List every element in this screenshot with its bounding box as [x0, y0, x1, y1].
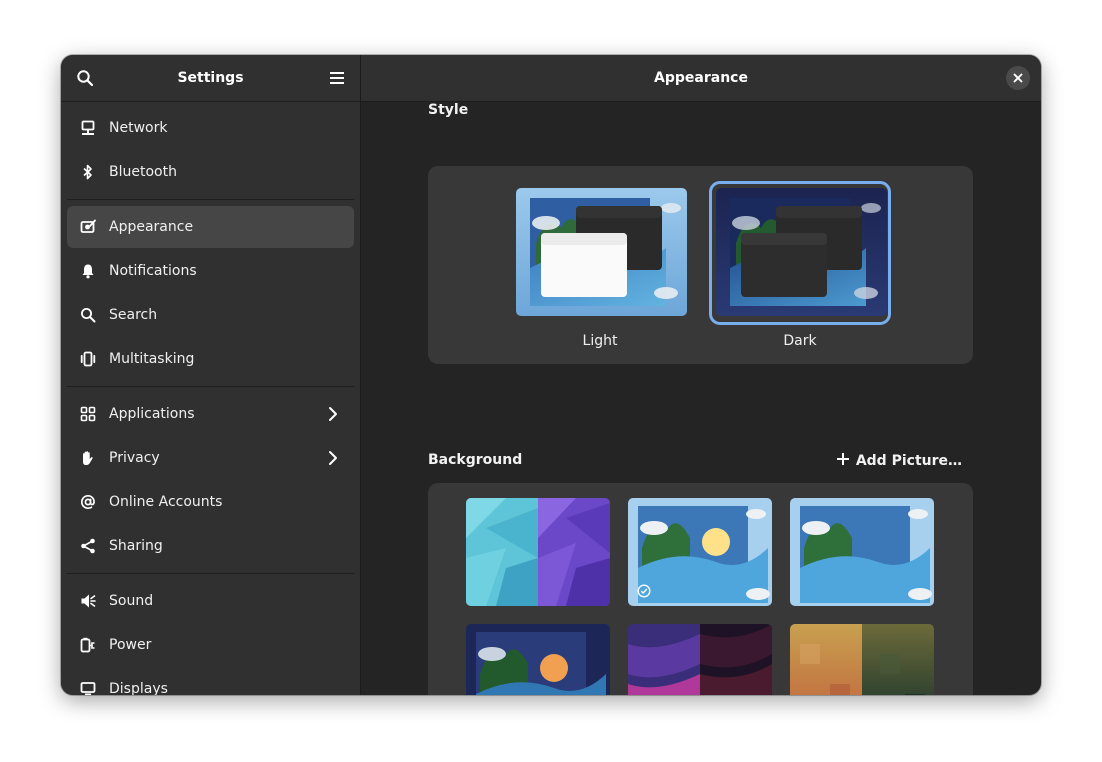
sidebar-nav: Network Bluetooth Appearance Notificatio… — [67, 107, 354, 695]
bell-icon — [79, 262, 97, 280]
sidebar-separator — [67, 199, 354, 200]
wallpaper-grid — [428, 483, 973, 695]
sidebar-item-label: Displays — [109, 681, 168, 695]
apps-grid-icon — [79, 405, 97, 423]
wallpaper-item[interactable] — [790, 498, 934, 606]
dark-style-thumbnail — [716, 188, 887, 316]
page-title: Appearance — [654, 70, 748, 86]
appearance-icon — [79, 218, 97, 236]
sidebar-separator — [67, 386, 354, 387]
style-section-title: Style — [428, 102, 468, 118]
sidebar-title: Settings — [177, 70, 244, 86]
sidebar-item-displays[interactable]: Displays — [67, 668, 354, 695]
background-section-title: Background — [428, 452, 523, 468]
style-option-light[interactable] — [512, 184, 688, 322]
close-icon[interactable] — [1006, 66, 1030, 90]
chevron-right-icon — [328, 450, 340, 466]
sidebar-item-power[interactable]: Power — [67, 624, 354, 666]
sidebar-item-sharing[interactable]: Sharing — [67, 525, 354, 567]
sidebar-item-sound[interactable]: Sound — [67, 580, 354, 622]
wallpaper-item[interactable] — [466, 624, 610, 695]
style-title-text: Style — [428, 102, 469, 118]
bluetooth-icon — [79, 163, 97, 181]
sidebar-header: Settings — [61, 55, 360, 102]
plus-icon — [836, 452, 850, 470]
sidebar-item-privacy[interactable]: Privacy — [67, 437, 354, 479]
sidebar-item-label: Online Accounts — [109, 494, 223, 510]
selected-check-icon — [637, 583, 651, 598]
style-option-dark[interactable] — [709, 181, 891, 325]
sidebar-separator — [67, 573, 354, 574]
settings-window: Settings Network Bluetooth Appearance No… — [61, 55, 1041, 695]
light-style-thumbnail — [516, 188, 687, 316]
sidebar-item-appearance[interactable]: Appearance — [67, 206, 354, 248]
add-picture-label: Add Picture… — [855, 453, 962, 469]
sidebar-item-label: Applications — [109, 406, 195, 422]
sidebar-item-label: Privacy — [109, 450, 160, 466]
sidebar-item-label: Bluetooth — [109, 164, 177, 180]
wallpaper-item[interactable] — [466, 498, 610, 606]
sidebar-item-label: Appearance — [109, 219, 194, 235]
sidebar-item-label: Sound — [109, 593, 154, 609]
wallpaper-item[interactable] — [790, 624, 934, 695]
sidebar-item-multitasking[interactable]: Multitasking — [67, 338, 354, 380]
chevron-right-icon — [328, 406, 340, 422]
sidebar-item-network[interactable]: Network — [67, 107, 354, 149]
at-sign-icon — [79, 493, 97, 511]
sidebar-item-notifications[interactable]: Notifications — [67, 250, 354, 292]
sidebar-item-label: Multitasking — [109, 351, 195, 367]
display-icon — [79, 680, 97, 695]
sidebar-item-label: Power — [109, 637, 152, 653]
hamburger-menu-icon[interactable] — [325, 66, 349, 90]
add-picture-button[interactable]: Add Picture… — [836, 452, 962, 470]
style-label-light: Light — [582, 333, 618, 349]
style-label-dark: Dark — [783, 333, 817, 349]
hand-icon — [79, 449, 97, 467]
sidebar: Settings Network Bluetooth Appearance No… — [61, 55, 360, 695]
sidebar-item-search[interactable]: Search — [67, 294, 354, 336]
wallpaper-item-selected[interactable] — [628, 498, 772, 606]
power-plug-icon — [79, 636, 97, 654]
style-card: Light Dark — [428, 166, 973, 364]
sidebar-item-online-accounts[interactable]: Online Accounts — [67, 481, 354, 523]
sidebar-item-bluetooth[interactable]: Bluetooth — [67, 151, 354, 193]
sidebar-item-label: Notifications — [109, 263, 197, 279]
sidebar-item-label: Network — [109, 120, 168, 136]
share-icon — [79, 537, 97, 555]
multitasking-icon — [79, 350, 97, 368]
sidebar-item-label: Sharing — [109, 538, 163, 554]
network-icon — [79, 119, 97, 137]
sidebar-item-label: Search — [109, 307, 158, 323]
content-area: Style Light Dark Background Add Picture… — [361, 102, 1041, 695]
content-header: Appearance — [361, 55, 1041, 102]
speaker-icon — [79, 592, 97, 610]
wallpaper-item[interactable] — [628, 624, 772, 695]
search-icon — [79, 306, 97, 324]
sidebar-item-applications[interactable]: Applications — [67, 393, 354, 435]
